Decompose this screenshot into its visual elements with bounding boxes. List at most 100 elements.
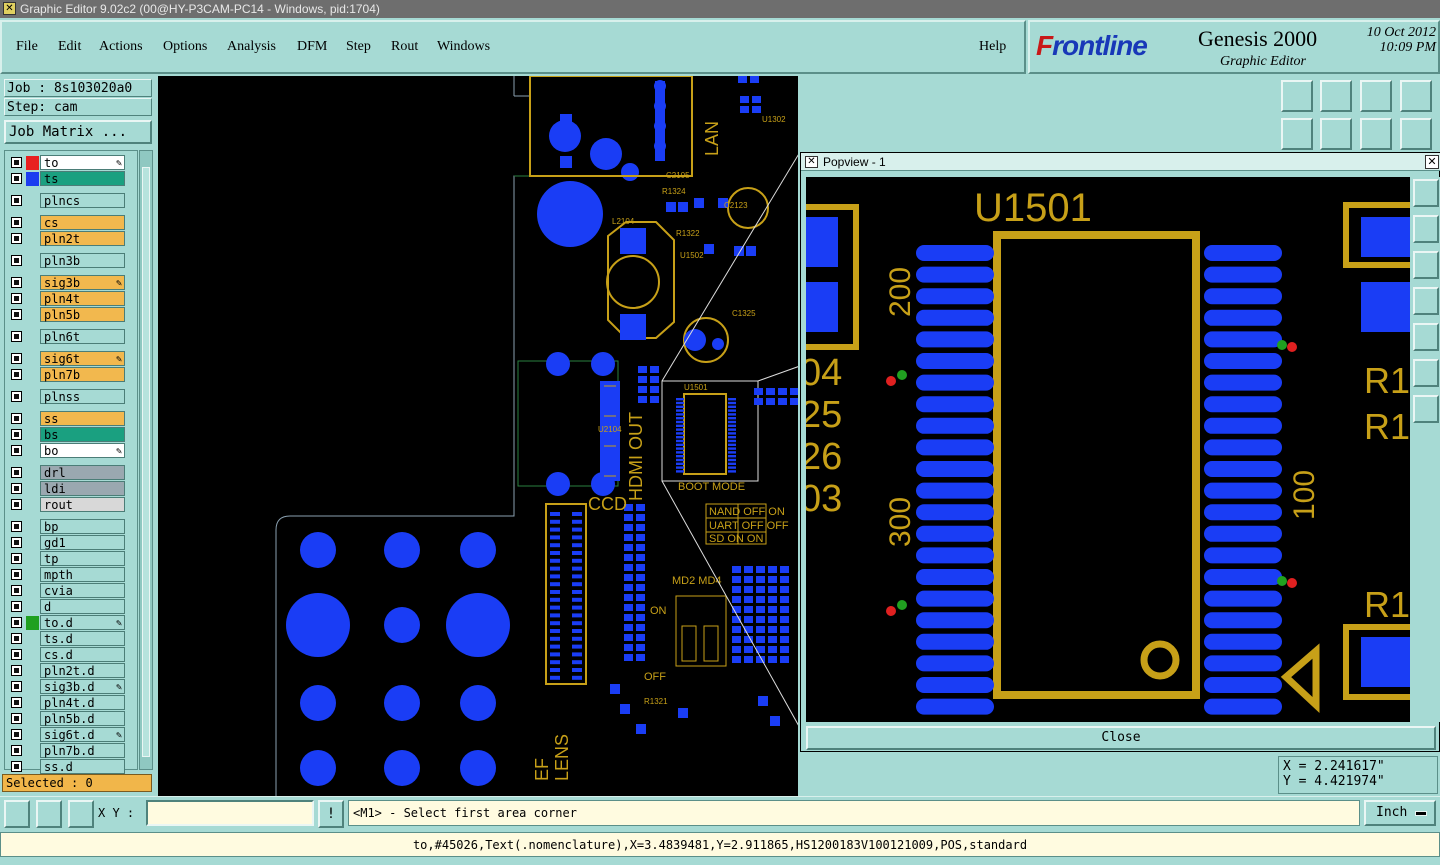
layer-checkbox[interactable] (11, 585, 22, 596)
layer-row-mpth[interactable]: mpth (7, 567, 125, 582)
grid-icon[interactable] (68, 800, 94, 828)
popview-close-icon[interactable]: ✕ (1425, 155, 1439, 169)
layer-name[interactable]: bs (40, 427, 125, 442)
layer-name[interactable]: pln7b.d (40, 743, 125, 758)
layer-color-swatch[interactable] (26, 616, 39, 630)
layer-checkbox[interactable] (11, 665, 22, 676)
layer-checkbox[interactable] (11, 369, 22, 380)
layer-checkbox[interactable] (11, 729, 22, 740)
window-title-bar[interactable]: ✕ Graphic Editor 9.02c2 (00@HY-P3CAM-PC1… (0, 0, 1440, 18)
rotate-icon[interactable] (1360, 118, 1392, 150)
layer-row-to[interactable]: to ✎ (7, 155, 125, 170)
layer-color-swatch[interactable] (26, 216, 39, 230)
layer-row-pln5b[interactable]: pln5b (7, 307, 125, 322)
layer-name[interactable]: pln7b (40, 367, 125, 382)
layer-name[interactable]: to.d ✎ (40, 615, 125, 630)
layer-checkbox[interactable] (11, 353, 22, 364)
layer-name[interactable]: plncs (40, 193, 125, 208)
menu-analysis[interactable]: Analysis (227, 39, 276, 55)
redraw-icon[interactable] (1400, 118, 1432, 150)
layer-row-ts[interactable]: ts (7, 171, 125, 186)
units-select[interactable]: Inch (1364, 800, 1436, 826)
layer-row-pln7b-d[interactable]: pln7b.d (7, 743, 125, 758)
layer-color-swatch[interactable] (26, 680, 39, 694)
layer-name[interactable]: sig6t ✎ (40, 351, 125, 366)
layer-row-pln7b[interactable]: pln7b (7, 367, 125, 382)
layer-checkbox[interactable] (11, 233, 22, 244)
layer-name[interactable]: pln2t.d (40, 663, 125, 678)
layer-checkbox[interactable] (11, 601, 22, 612)
layer-checkbox[interactable] (11, 467, 22, 478)
layer-checkbox[interactable] (11, 157, 22, 168)
layer-color-swatch[interactable] (26, 292, 39, 306)
layer-color-swatch[interactable] (26, 712, 39, 726)
layer-name[interactable]: rout (40, 497, 125, 512)
layer-name[interactable]: ss (40, 411, 125, 426)
layer-row-pln6t[interactable]: pln6t (7, 329, 125, 344)
layer-checkbox[interactable] (11, 309, 22, 320)
layer-row-plnss[interactable]: plnss (7, 389, 125, 404)
menu-file[interactable]: File (16, 39, 38, 55)
layer-color-swatch[interactable] (26, 696, 39, 710)
layer-color-swatch[interactable] (26, 352, 39, 366)
layer-name[interactable]: pln2t (40, 231, 125, 246)
layer-row-cs-d[interactable]: cs.d (7, 647, 125, 662)
layer-row-pln3b[interactable]: pln3b (7, 253, 125, 268)
layer-name[interactable]: mpth (40, 567, 125, 582)
layer-name[interactable]: pln4t (40, 291, 125, 306)
layer-color-swatch[interactable] (26, 308, 39, 322)
layer-name[interactable]: pln5b.d (40, 711, 125, 726)
xy-input[interactable] (146, 800, 314, 826)
popview-pan-right-icon[interactable] (1413, 323, 1439, 351)
layer-row-pln2t-d[interactable]: pln2t.d (7, 663, 125, 678)
layer-color-swatch[interactable] (26, 584, 39, 598)
layer-color-swatch[interactable] (26, 744, 39, 758)
layer-row-sig6t[interactable]: sig6t ✎ (7, 351, 125, 366)
layer-checkbox[interactable] (11, 331, 22, 342)
menu-actions[interactable]: Actions (99, 39, 143, 55)
layer-row-ss[interactable]: ss (7, 411, 125, 426)
graphics-canvas[interactable]: NAND OFF ON UART OFF OFF SD ON ON BOOT M… (158, 76, 798, 796)
layer-checkbox[interactable] (11, 429, 22, 440)
layer-checkbox[interactable] (11, 633, 22, 644)
popview-home-icon[interactable] (1413, 215, 1439, 243)
layer-name[interactable]: tp (40, 551, 125, 566)
home-icon[interactable] (1281, 80, 1313, 112)
layer-name[interactable]: sig3b ✎ (40, 275, 125, 290)
pan-left-icon[interactable] (1281, 118, 1313, 150)
layer-name[interactable]: pln3b (40, 253, 125, 268)
layer-color-swatch[interactable] (26, 552, 39, 566)
zoom-home-icon[interactable] (1320, 80, 1352, 112)
layer-checkbox[interactable] (11, 217, 22, 228)
layer-checkbox[interactable] (11, 521, 22, 532)
layer-color-swatch[interactable] (26, 172, 39, 186)
layer-color-swatch[interactable] (26, 664, 39, 678)
layer-row-bs[interactable]: bs (7, 427, 125, 442)
layer-color-swatch[interactable] (26, 600, 39, 614)
layer-name[interactable]: drl (40, 465, 125, 480)
layer-checkbox[interactable] (11, 553, 22, 564)
pcb-view[interactable]: NAND OFF ON UART OFF OFF SD ON ON BOOT M… (158, 76, 798, 796)
layer-checkbox[interactable] (11, 391, 22, 402)
layer-color-swatch[interactable] (26, 276, 39, 290)
layer-color-swatch[interactable] (26, 760, 39, 774)
layer-row-pln4t[interactable]: pln4t (7, 291, 125, 306)
menu-windows[interactable]: Windows (437, 39, 490, 55)
popview-pan-left-icon[interactable] (1413, 287, 1439, 315)
layer-color-swatch[interactable] (26, 428, 39, 442)
layer-checkbox[interactable] (11, 483, 22, 494)
layer-checkbox[interactable] (11, 761, 22, 772)
popview-zoom-home-icon[interactable] (1413, 251, 1439, 279)
layer-color-swatch[interactable] (26, 390, 39, 404)
layer-checkbox[interactable] (11, 195, 22, 206)
layer-color-swatch[interactable] (26, 156, 39, 170)
layer-name[interactable]: to ✎ (40, 155, 125, 170)
layer-row-cvia[interactable]: cvia (7, 583, 125, 598)
layer-checkbox[interactable] (11, 681, 22, 692)
layer-name[interactable]: d (40, 599, 125, 614)
snap-icon[interactable] (4, 800, 30, 828)
layer-row-sig3b-d[interactable]: sig3b.d ✎ (7, 679, 125, 694)
popview-zoom-view[interactable]: 04 25 26 03 U1501 200 300 100 R1 R1 R1 (806, 177, 1410, 722)
layer-name[interactable]: pln6t (40, 329, 125, 344)
layer-color-swatch[interactable] (26, 254, 39, 268)
